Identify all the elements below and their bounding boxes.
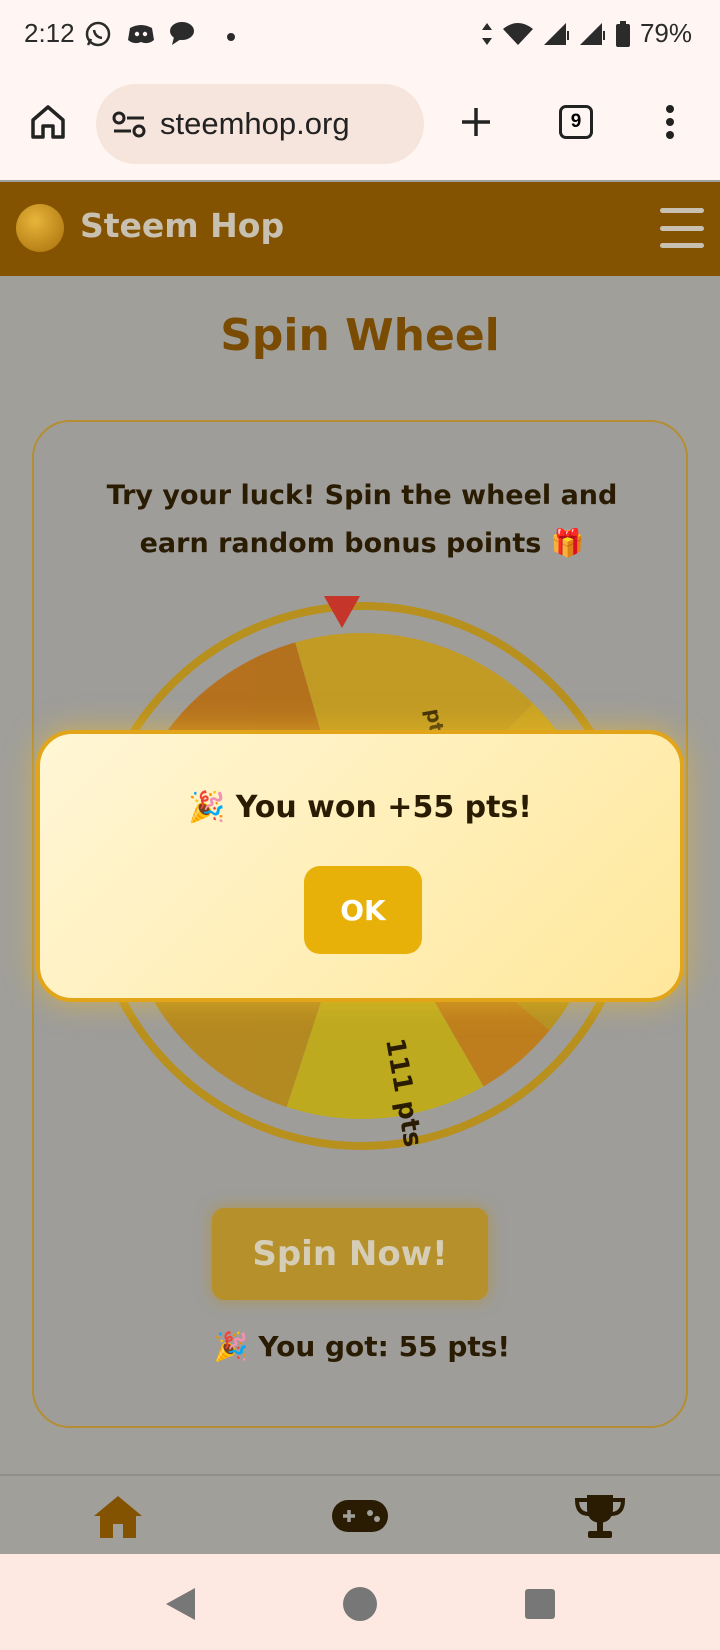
tabs-icon[interactable]: 9 [550, 96, 602, 148]
gamepad-icon[interactable] [330, 1486, 390, 1546]
signal-icon [543, 22, 569, 45]
battery-level: 79% [639, 18, 692, 48]
new-tab-icon[interactable] [450, 96, 502, 148]
tab-count: 9 [559, 105, 593, 139]
trophy-icon[interactable] [570, 1486, 630, 1546]
spin-result: 🎉 You got: 55 pts! [213, 1330, 511, 1363]
address-bar[interactable]: steemhop.org [96, 84, 424, 164]
home-circle-icon[interactable] [340, 1584, 380, 1624]
status-right: 79% [480, 18, 692, 49]
win-message: 🎉 You won +55 pts! [188, 790, 532, 825]
bottom-nav [0, 1474, 720, 1554]
system-nav-bar [0, 1554, 720, 1650]
spin-now-button[interactable]: Spin Now! [212, 1208, 488, 1300]
brand-name[interactable]: Steem Hop [80, 206, 284, 245]
site-settings-icon[interactable] [112, 109, 146, 139]
win-dialog: 🎉 You won +55 pts! OK [36, 730, 684, 1002]
intro-text: Try your luck! Spin the wheel and earn r… [106, 480, 618, 559]
browser-toolbar: steemhop.org 9 [0, 72, 720, 180]
whatsapp-icon [85, 21, 111, 47]
web-page: Steem Hop Spin Wheel Try your luck! Spin… [0, 180, 720, 1554]
site-header: Steem Hop [0, 182, 720, 276]
url-text: steemhop.org [160, 106, 350, 141]
data-arrows-icon [481, 22, 492, 45]
status-bar: 2:12 79% [0, 0, 720, 72]
chat-icon [170, 22, 194, 45]
signal-icon [579, 22, 605, 45]
home-icon[interactable] [22, 96, 74, 148]
status-time: 2:12 [24, 18, 75, 48]
recents-icon[interactable] [520, 1584, 560, 1624]
hamburger-menu-icon[interactable] [660, 208, 704, 248]
wifi-icon [502, 22, 533, 45]
discord-icon [128, 25, 154, 44]
dot-icon [227, 33, 235, 41]
battery-icon [615, 20, 630, 47]
site-logo[interactable] [16, 204, 64, 252]
wheel-pointer-icon [324, 596, 360, 628]
ok-button[interactable]: OK [304, 866, 422, 954]
home-icon[interactable] [88, 1486, 148, 1546]
back-icon[interactable] [160, 1584, 200, 1624]
page-title: Spin Wheel [220, 310, 500, 361]
more-icon[interactable] [644, 96, 696, 148]
